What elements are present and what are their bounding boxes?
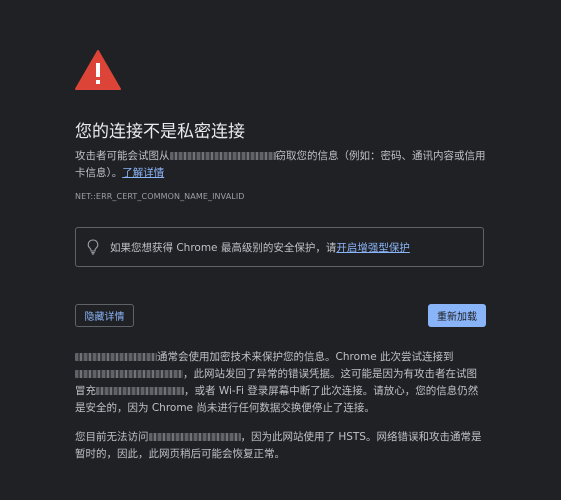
blurred-domain (148, 433, 241, 441)
lightbulb-icon (87, 239, 99, 255)
learn-more-link[interactable]: 了解详情 (122, 167, 164, 179)
intro-prefix: 攻击者可能会试图从 (75, 150, 170, 162)
hide-details-button[interactable]: 隐藏详情 (75, 304, 134, 327)
reload-button[interactable]: 重新加载 (428, 304, 486, 327)
blurred-domain (75, 370, 183, 378)
intro-text: 攻击者可能会试图从 窃取您的信息（例如：密码、通讯内容或信用卡信息）。了解详情 (75, 148, 486, 182)
blurred-domain (96, 387, 184, 395)
details-p1-part1: 通常会使用加密技术来保护您的信息。Chrome 此次尝试连接到 (157, 351, 454, 363)
blurred-domain (75, 353, 157, 361)
details-paragraph-2: 您目前无法访问 ，因为此网站使用了 HSTS。网络错误和攻击通常是暂时的，因此，此… (75, 429, 486, 463)
protection-prompt: 如果您想获得 Chrome 最高级别的安全保护，请 (110, 242, 337, 254)
enable-enhanced-protection-link[interactable]: 开启增强型保护 (336, 242, 410, 254)
page-title: 您的连接不是私密连接 (75, 122, 245, 142)
details-paragraph-1: 通常会使用加密技术来保护您的信息。Chrome 此次尝试连接到，此网站发回了异常… (75, 349, 486, 417)
details-p2-part1: 您目前无法访问 (75, 431, 149, 443)
warning-triangle-icon (75, 50, 121, 90)
enhanced-protection-box: 如果您想获得 Chrome 最高级别的安全保护，请开启增强型保护 (75, 227, 484, 267)
error-code: NET::ERR_CERT_COMMON_NAME_INVALID (75, 192, 245, 201)
blurred-domain (169, 152, 276, 160)
enhanced-protection-text: 如果您想获得 Chrome 最高级别的安全保护，请开启增强型保护 (110, 240, 410, 255)
